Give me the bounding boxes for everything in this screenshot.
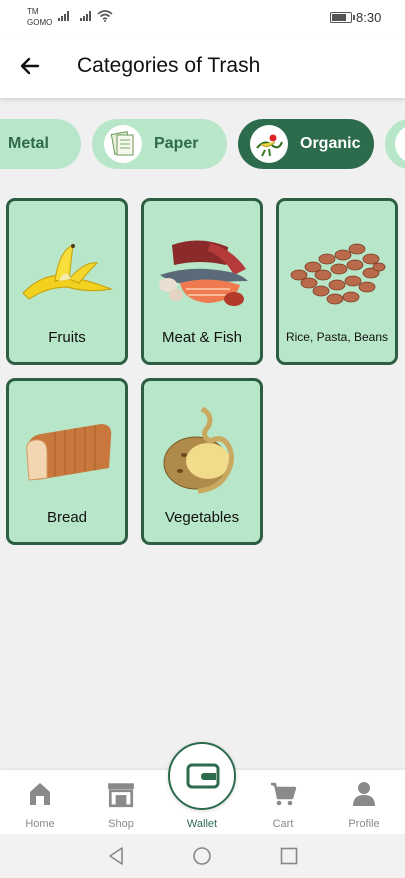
cart-icon <box>271 782 297 806</box>
system-back-icon[interactable] <box>106 846 126 866</box>
organic-icon <box>250 125 288 163</box>
app-header: Categories of Trash <box>0 34 405 98</box>
category-card-fruits[interactable]: Fruits <box>6 198 128 365</box>
card-label: Bread <box>46 509 88 526</box>
nav-shop[interactable]: Shop <box>86 770 156 834</box>
system-recents-icon[interactable] <box>279 846 299 866</box>
category-card-rice-pasta-beans[interactable]: Rice, Pasta, Beans <box>276 198 398 365</box>
system-navigation-bar <box>0 834 405 878</box>
tab-label: Organic <box>300 135 361 152</box>
category-icon <box>395 125 405 163</box>
card-label: Fruits <box>48 329 86 346</box>
tab-organic[interactable]: Organic <box>238 119 374 169</box>
nav-label: Profile <box>348 818 380 830</box>
banana-peel-image <box>9 223 125 323</box>
card-label: Meat & Fish <box>161 329 243 346</box>
signal-icon <box>58 11 69 21</box>
nav-label: Cart <box>272 818 294 830</box>
carrier-line-2: GOMO <box>27 18 53 27</box>
shop-icon <box>108 783 134 808</box>
status-bar: TM GOMO 8:30 <box>0 0 405 34</box>
carrier-line-1: TM <box>27 7 39 16</box>
nav-home[interactable]: Home <box>5 770 75 834</box>
card-label: Rice, Pasta, Beans <box>285 330 389 344</box>
profile-icon <box>353 782 375 806</box>
status-time: 8:30 <box>356 10 382 25</box>
signal-icon <box>80 11 91 21</box>
bread-image <box>9 403 125 503</box>
battery-icon <box>330 12 355 23</box>
tab-label: Paper <box>154 135 199 152</box>
wifi-icon <box>97 10 113 22</box>
tab-paper[interactable]: Paper <box>92 119 227 169</box>
tab-more[interactable] <box>385 119 405 169</box>
system-home-icon[interactable] <box>192 846 212 866</box>
tab-metal[interactable]: Metal <box>0 119 81 169</box>
page-title: Categories of Trash <box>77 54 261 77</box>
tab-label: Metal <box>8 135 49 152</box>
nav-label: Shop <box>108 818 134 830</box>
back-arrow-icon[interactable] <box>16 52 44 80</box>
category-card-bread[interactable]: Bread <box>6 378 128 545</box>
nav-cart[interactable]: Cart <box>248 770 318 834</box>
card-label: Vegetables <box>164 509 240 526</box>
nav-profile[interactable]: Profile <box>329 770 399 834</box>
meat-fish-image <box>144 223 260 323</box>
wallet-button[interactable] <box>168 742 236 810</box>
nav-label: Home <box>25 818 55 830</box>
nav-label: Wallet <box>186 818 218 830</box>
category-tabs: Metal Paper Organic <box>0 118 405 172</box>
potato-peel-image <box>144 403 260 503</box>
home-icon <box>30 783 50 805</box>
carrier-name: TM GOMO <box>27 6 52 28</box>
category-card-vegetables[interactable]: Vegetables <box>141 378 263 545</box>
category-card-meat-fish[interactable]: Meat & Fish <box>141 198 263 365</box>
beans-image <box>279 223 395 323</box>
paper-icon <box>104 125 142 163</box>
wallet-icon <box>186 763 220 789</box>
